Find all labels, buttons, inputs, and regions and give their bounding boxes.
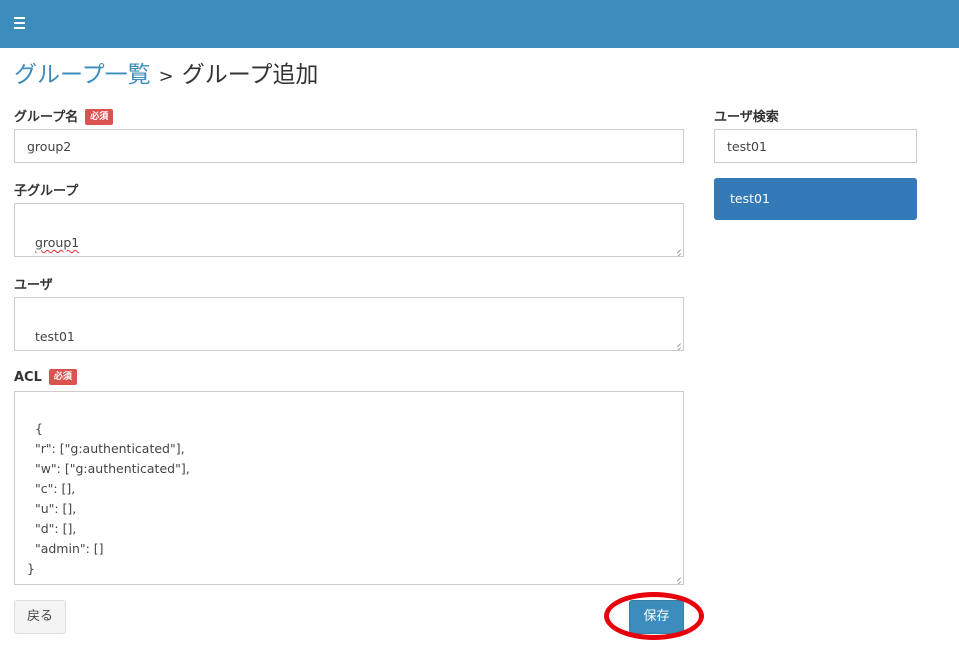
resize-handle-icon[interactable]	[673, 246, 681, 254]
acl-label-text: ACL	[14, 370, 42, 385]
resize-handle-icon[interactable]	[673, 340, 681, 348]
user-search-label: ユーザ検索	[714, 110, 779, 125]
group-name-label-text: グループ名	[14, 110, 79, 125]
user-value: test01	[34, 329, 75, 344]
breadcrumb-separator: >	[158, 66, 174, 87]
acl-textarea[interactable]: { "r": ["g:authenticated"], "w": ["g:aut…	[14, 391, 684, 585]
user-label: ユーザ	[14, 278, 53, 293]
acl-value: { "r": ["g:authenticated"], "w": ["g:aut…	[27, 421, 190, 576]
child-group-label: 子グループ	[14, 184, 79, 199]
resize-handle-icon[interactable]	[673, 574, 681, 582]
group-name-label: グループ名 必須	[14, 106, 114, 125]
save-button[interactable]: 保存	[629, 600, 684, 634]
child-group-textarea[interactable]: group1	[14, 203, 684, 257]
page-title: グループ一覧 > グループ追加	[14, 60, 318, 92]
user-textarea[interactable]: test01	[14, 297, 684, 351]
user-search-input[interactable]	[714, 129, 917, 163]
group-name-input[interactable]	[14, 129, 684, 163]
breadcrumb-current: グループ追加	[181, 62, 319, 88]
child-group-value: group1	[34, 235, 80, 250]
required-badge: 必須	[85, 109, 114, 125]
top-navbar	[0, 0, 959, 48]
user-search-result-item[interactable]: test01	[714, 178, 917, 220]
hamburger-menu-icon[interactable]	[14, 17, 25, 29]
breadcrumb-group-list-link[interactable]: グループ一覧	[14, 62, 151, 88]
required-badge: 必須	[48, 369, 77, 385]
acl-label: ACL 必須	[14, 369, 77, 385]
back-button[interactable]: 戻る	[14, 600, 66, 634]
